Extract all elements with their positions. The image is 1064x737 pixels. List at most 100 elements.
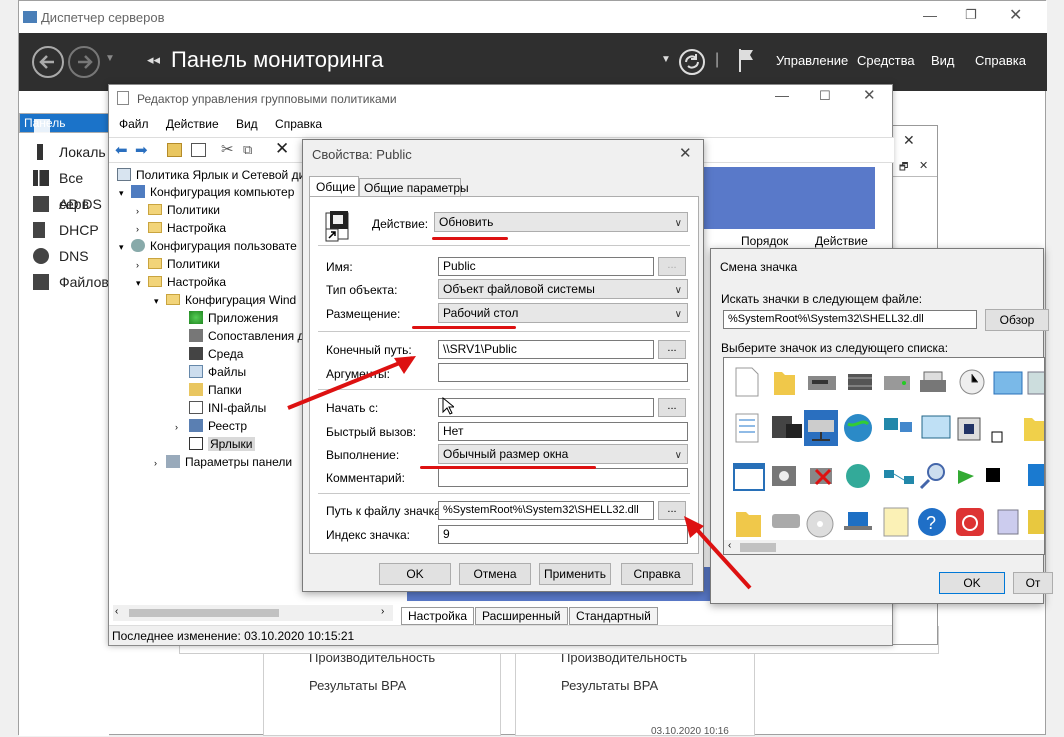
maximize-icon[interactable]: ❐ xyxy=(965,7,977,23)
nav-item-dhcp[interactable]: DHCP xyxy=(19,217,109,243)
expand-icon[interactable]: › xyxy=(175,418,189,436)
recycle-bin-icon xyxy=(997,509,1019,535)
annotation-arrow xyxy=(287,356,416,410)
tab-general[interactable]: Общие xyxy=(309,176,359,197)
mouse-cursor-icon xyxy=(442,397,454,415)
ok-button[interactable]: OK xyxy=(379,563,451,585)
target-type-select[interactable]: Объект файловой системы ∨ xyxy=(438,279,688,299)
collapse-icon[interactable]: ▾ xyxy=(154,292,166,310)
collapse-icon[interactable]: ▾ xyxy=(136,274,148,292)
bpa-results-link[interactable]: Результаты BPA xyxy=(309,678,406,693)
bpa-results-link[interactable]: Результаты BPA xyxy=(561,678,658,693)
column-action[interactable]: Действие xyxy=(815,234,868,248)
nav-item-all-servers[interactable]: Все серв xyxy=(19,165,109,212)
nav-item-dashboard[interactable]: Панель xyxy=(19,113,109,135)
change-icon-dialog: Смена значка Искать значки в следующем ф… xyxy=(710,248,1053,604)
minimize-icon[interactable]: — xyxy=(775,87,789,103)
cancel-button[interactable]: От xyxy=(1013,572,1053,594)
refresh-icon[interactable] xyxy=(678,48,706,76)
expand-icon[interactable]: › xyxy=(136,220,148,238)
collapse-icon[interactable]: ▾ xyxy=(119,238,131,256)
icon-file-field[interactable]: %SystemRoot%\System32\SHELL32.dll xyxy=(723,310,977,329)
window-title: Диспетчер серверов xyxy=(41,10,165,25)
folder-icon xyxy=(148,258,162,269)
tab-standard[interactable]: Стандартный xyxy=(569,607,658,625)
menu-view[interactable]: Вид xyxy=(931,53,955,68)
start-in-field[interactable] xyxy=(438,398,654,417)
restore-icon[interactable]: 🗗 xyxy=(899,160,908,177)
back-icon[interactable] xyxy=(31,45,65,79)
icon-list[interactable]: ? ‹ xyxy=(723,357,1045,555)
menu-action[interactable]: Действие xyxy=(166,117,219,131)
dropdown-icon[interactable]: ▼ xyxy=(661,54,671,65)
shortcut-key-field[interactable]: Нет xyxy=(438,422,688,441)
nav-item-dns[interactable]: DNS xyxy=(19,243,109,269)
collapse-icon[interactable]: ▾ xyxy=(119,184,131,202)
nav-item-ad-ds[interactable]: AD DS xyxy=(19,191,109,217)
name-field[interactable]: Public xyxy=(438,257,654,276)
menu-help[interactable]: Справка xyxy=(275,117,322,131)
back-icon[interactable]: ⬅ xyxy=(115,141,128,159)
close-icon[interactable]: ✕ xyxy=(903,132,915,149)
start-in-browse-button[interactable]: ... xyxy=(658,398,686,417)
up-folder-icon[interactable] xyxy=(167,143,182,157)
notifications-flag-icon[interactable] xyxy=(737,47,757,73)
sidebar-nav: Панель Локаль Все серв AD DS DHCP DNS Фа… xyxy=(19,111,109,736)
copy-icon[interactable]: ⧉ xyxy=(243,142,252,158)
tree-label: Настройка xyxy=(167,221,227,235)
scroll-left-icon[interactable]: ‹ xyxy=(115,606,118,617)
close-icon[interactable]: ✕ xyxy=(679,144,692,162)
icon-list-scrollbar[interactable]: ‹ xyxy=(724,540,1044,554)
column-order[interactable]: Порядок xyxy=(741,234,788,248)
target-path-browse-button[interactable]: ... xyxy=(658,340,686,359)
show-hide-tree-icon[interactable] xyxy=(191,143,206,157)
arguments-field[interactable] xyxy=(438,363,688,382)
close-icon[interactable]: ✕ xyxy=(1009,5,1022,25)
menu-file[interactable]: Файл xyxy=(119,117,149,131)
close-icon[interactable]: ✕ xyxy=(919,159,928,172)
nav-item-file-services[interactable]: Файлов xyxy=(19,269,109,295)
run-arrow-icon xyxy=(958,470,974,484)
expand-icon[interactable]: › xyxy=(136,256,148,274)
computer-icon xyxy=(131,185,145,198)
tree-scrollbar[interactable]: ‹ › xyxy=(113,605,393,621)
icon-path-label: Путь к файлу значка xyxy=(326,504,441,518)
tab-extended[interactable]: Расширенный xyxy=(475,607,568,625)
comment-field[interactable] xyxy=(438,468,688,487)
expand-icon[interactable]: › xyxy=(136,202,148,220)
history-dropdown-icon[interactable]: ▼ xyxy=(105,53,115,64)
run-select[interactable]: Обычный размер окна ∨ xyxy=(438,444,688,464)
menu-tools[interactable]: Средства xyxy=(857,53,915,68)
menu-help[interactable]: Справка xyxy=(975,53,1026,68)
cut-icon[interactable]: ✂ xyxy=(221,140,234,158)
divider xyxy=(318,331,690,332)
tab-common[interactable]: Общие параметры xyxy=(359,178,469,197)
nav-item-local-server[interactable]: Локаль xyxy=(19,139,109,165)
scroll-thumb[interactable] xyxy=(129,609,279,617)
cd-icon xyxy=(806,510,834,538)
scroll-right-icon[interactable]: › xyxy=(381,606,384,617)
menu-manage[interactable]: Управление xyxy=(776,53,848,68)
icon-path-field[interactable]: %SystemRoot%\System32\SHELL32.dll xyxy=(438,501,654,520)
close-icon[interactable]: ✕ xyxy=(863,86,876,104)
cancel-button[interactable]: Отмена xyxy=(459,563,531,585)
dialog-title: Свойства: Public xyxy=(312,147,412,162)
tree-label: Параметры панели xyxy=(185,455,293,469)
browse-button[interactable]: Обзор xyxy=(985,309,1049,331)
forward-icon[interactable]: ➡ xyxy=(135,141,148,159)
minimize-icon[interactable]: — xyxy=(923,7,937,23)
action-select[interactable]: Обновить ∨ xyxy=(434,212,688,232)
target-path-field[interactable]: \\SRV1\Public xyxy=(438,340,654,359)
forward-icon[interactable] xyxy=(67,45,101,79)
expand-icon[interactable]: › xyxy=(154,454,166,472)
icon-index-field[interactable]: 9 xyxy=(438,525,688,544)
shortcuts-icon xyxy=(189,437,203,450)
gpo-icon xyxy=(117,168,131,181)
tab-preferences[interactable]: Настройка xyxy=(401,607,475,625)
menu-view[interactable]: Вид xyxy=(236,117,258,131)
ok-button[interactable]: OK xyxy=(939,572,1005,594)
delete-icon[interactable]: ✕ xyxy=(275,139,289,159)
apply-button[interactable]: Применить xyxy=(539,563,611,585)
location-select[interactable]: Рабочий стол ∨ xyxy=(438,303,688,323)
maximize-icon[interactable]: ☐ xyxy=(819,88,831,104)
